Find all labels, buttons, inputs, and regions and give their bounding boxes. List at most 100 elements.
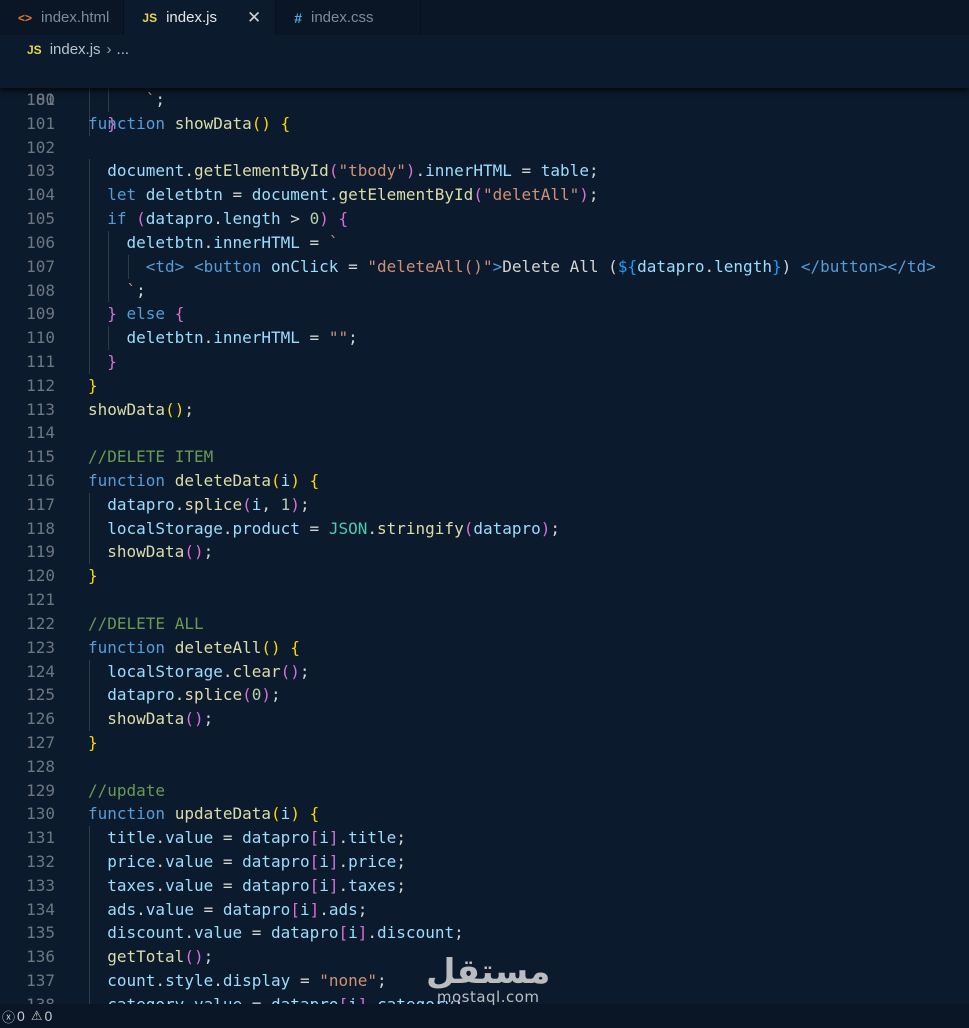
code-token: () bbox=[184, 542, 204, 562]
code-line[interactable]: 129 //update bbox=[0, 779, 969, 803]
code-token: ; bbox=[203, 709, 214, 729]
indent-guide bbox=[89, 230, 90, 255]
code-token: . bbox=[415, 161, 426, 181]
code-token: deleteData bbox=[174, 471, 272, 490]
indent-guide bbox=[108, 254, 110, 279]
code-token: . bbox=[184, 161, 194, 181]
code-token: showData bbox=[107, 542, 185, 562]
code-editor[interactable]: 81 function showData() { 100 `; 101} 102 10… bbox=[0, 64, 969, 1004]
code-line[interactable]: 113 showData(); bbox=[0, 398, 969, 422]
error-icon[interactable]: ⓧ bbox=[2, 1007, 15, 1026]
code-line[interactable]: 114 bbox=[0, 421, 969, 445]
code-token: . bbox=[136, 899, 146, 919]
code-line[interactable]: 119 showData(); bbox=[0, 540, 969, 565]
code-line[interactable]: 134 ads.value = datapro[i].ads; bbox=[0, 897, 969, 922]
indent-guide bbox=[89, 516, 90, 541]
code-token: . bbox=[155, 828, 166, 848]
code-text: localStorage.product = JSON.stringify(da… bbox=[107, 517, 560, 541]
line-number: 105 bbox=[26, 209, 55, 229]
code-token: <td> bbox=[145, 256, 185, 276]
code-text: getTotal(); bbox=[107, 945, 213, 969]
code-line[interactable]: 108 `; bbox=[0, 278, 969, 303]
code-token: getElementById bbox=[338, 185, 474, 205]
code-line[interactable]: 130 function updateData(i) { bbox=[0, 802, 969, 826]
code-token: . bbox=[184, 923, 194, 943]
code-line[interactable]: 121 bbox=[0, 588, 969, 612]
indent-guide bbox=[89, 540, 90, 565]
code-token: ; bbox=[550, 518, 561, 538]
code-token: ] bbox=[328, 852, 339, 871]
line-number: 132 bbox=[26, 852, 55, 871]
code-token: i bbox=[319, 875, 329, 895]
code-line[interactable]: 122 //DELETE ALL bbox=[0, 612, 969, 636]
code-line[interactable]: 102 bbox=[0, 136, 969, 160]
warning-icon[interactable]: ⚠ bbox=[31, 1008, 43, 1024]
code-token: taxes bbox=[348, 875, 397, 895]
code-token: . bbox=[704, 256, 715, 276]
code-token: innerHTML bbox=[425, 161, 512, 181]
code-line[interactable]: 120} bbox=[0, 564, 969, 588]
chevron-right-icon: › bbox=[106, 41, 112, 58]
code-token: price bbox=[348, 852, 397, 871]
code-line[interactable]: 127} bbox=[0, 731, 969, 755]
code-line[interactable]: 126 showData(); bbox=[0, 707, 969, 731]
line-number: 130 bbox=[26, 804, 55, 824]
code-line[interactable]: 133 taxes.value = datapro[i].taxes; bbox=[0, 873, 969, 898]
close-icon[interactable]: ✕ bbox=[247, 8, 261, 28]
code-line[interactable]: 118 localStorage.product = JSON.stringify… bbox=[0, 516, 969, 541]
line-number: 119 bbox=[26, 542, 55, 562]
tab-index-css[interactable]: # index.css bbox=[276, 0, 421, 35]
code-line[interactable]: 112} bbox=[0, 374, 969, 398]
code-token: ; bbox=[155, 90, 166, 109]
code-line[interactable]: 128 bbox=[0, 755, 969, 779]
code-line[interactable]: 110 deletbtn.innerHTML = ""; bbox=[0, 326, 969, 350]
code-token: value bbox=[165, 875, 214, 895]
code-token: innerHTML bbox=[213, 232, 300, 252]
code-line[interactable]: 111} bbox=[0, 349, 969, 374]
code-line[interactable]: 132 price.value = datapro[i].price; bbox=[0, 850, 969, 874]
code-line[interactable]: 135 discount.value = datapro[i].discount; bbox=[0, 921, 969, 946]
code-line[interactable]: 124 localStorage.clear(); bbox=[0, 659, 969, 684]
code-line[interactable]: 104 let deletbtn = document.getElementByI… bbox=[0, 183, 969, 208]
code-line[interactable]: 107 <td> <button onClick = "deleteAll()">… bbox=[0, 254, 969, 279]
code-line[interactable]: 131 title.value = datapro[i].title; bbox=[0, 826, 969, 850]
code-token: = bbox=[242, 923, 272, 943]
code-token: . bbox=[213, 971, 223, 991]
code-line[interactable]: 105 if (datapro.length > 0) { bbox=[0, 207, 969, 231]
code-token: . bbox=[174, 685, 185, 705]
code-token: . bbox=[174, 494, 185, 514]
code-token: [ bbox=[309, 852, 320, 871]
warning-count[interactable]: 0 bbox=[44, 1008, 52, 1024]
code-line[interactable]: 116 function deleteData(i) { bbox=[0, 469, 969, 493]
code-line[interactable]: 100 `; bbox=[0, 88, 969, 112]
code-line[interactable]: 115 //DELETE ITEM bbox=[0, 445, 969, 469]
code-text: price.value = datapro[i].price; bbox=[107, 850, 406, 874]
code-token: [ bbox=[309, 875, 320, 895]
code-token: "deletAll" bbox=[482, 185, 580, 205]
code-token: () bbox=[184, 709, 204, 729]
code-line[interactable]: 106 deletbtn.innerHTML = ` bbox=[0, 230, 969, 255]
code-line[interactable]: 125 datapro.splice(0); bbox=[0, 683, 969, 708]
code-line[interactable]: 103 document.getElementById("tbody").inne… bbox=[0, 159, 969, 184]
tab-index-html[interactable]: <> index.html bbox=[0, 0, 125, 35]
code-line[interactable]: 123 function deleteAll() { bbox=[0, 636, 969, 660]
code-token: i bbox=[319, 852, 329, 871]
error-count[interactable]: 0 bbox=[17, 1008, 25, 1024]
indent-guide bbox=[89, 659, 90, 684]
code-text: datapro.splice(0); bbox=[107, 683, 280, 707]
code-token: } bbox=[771, 256, 782, 276]
sticky-scroll-line[interactable]: 81 function showData() { bbox=[0, 64, 969, 133]
tab-index-js[interactable]: JS index.js ✕ bbox=[124, 0, 277, 35]
code-text: `; bbox=[127, 279, 146, 303]
code-token: > bbox=[280, 209, 310, 229]
line-number: 109 bbox=[26, 304, 55, 324]
code-line[interactable]: 109} else { bbox=[0, 302, 969, 327]
code-token: showData bbox=[88, 399, 166, 419]
code-token: ; bbox=[348, 328, 358, 348]
code-text: <td> <button onClick = "deleteAll()">Del… bbox=[146, 255, 936, 279]
breadcrumb-symbol[interactable]: ... bbox=[117, 41, 130, 58]
code-line[interactable]: 117 datapro.splice(i, 1); bbox=[0, 492, 969, 517]
code-token: "deleteAll()" bbox=[367, 256, 493, 276]
breadcrumb-file[interactable]: index.js bbox=[50, 41, 101, 58]
